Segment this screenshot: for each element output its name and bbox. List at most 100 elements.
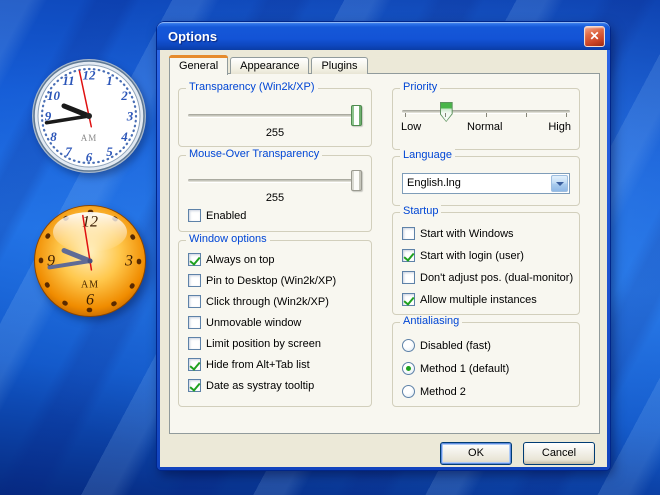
checkbox-box — [402, 271, 415, 284]
tab-plugins[interactable]: Plugins — [311, 57, 368, 74]
group-language: Language English.lng — [392, 149, 580, 206]
checkbox-dont-adjust-pos[interactable]: Don't adjust pos. (dual-monitor) — [402, 271, 575, 284]
numeral-6: 6 — [86, 150, 93, 165]
mouseover-slider[interactable] — [188, 170, 362, 191]
radio-label: Method 1 (default) — [420, 362, 510, 375]
checkbox-limit-position[interactable]: Limit position by screen — [188, 337, 367, 350]
tick-mark — [525, 113, 527, 117]
checkbox-box — [188, 253, 201, 266]
clock-widget-orange[interactable]: 12 3 6 9 AM — [31, 202, 149, 320]
clock-center-cap — [86, 113, 92, 119]
group-caption: Mouse-Over Transparency — [186, 148, 323, 160]
checkbox-box — [188, 358, 201, 371]
group-transparency: Transparency (Win2k/XP) 255 — [178, 81, 372, 147]
antialiasing-list: Disabled (fast) Method 1 (default) Metho… — [402, 339, 575, 398]
numeral-12: 12 — [83, 68, 97, 83]
group-caption: Transparency (Win2k/XP) — [186, 81, 318, 93]
priority-slider[interactable] — [402, 101, 570, 123]
checkbox-click-through[interactable]: Click through (Win2k/XP) — [188, 295, 367, 308]
tab-label: Appearance — [240, 60, 300, 72]
checkbox-start-with-login[interactable]: Start with login (user) — [402, 249, 575, 262]
tick-mark — [405, 113, 406, 117]
dialog-body: General Appearance Plugins Transparency … — [160, 50, 607, 467]
startup-list: Start with Windows Start with login (use… — [402, 227, 575, 306]
chevron-down-icon — [555, 181, 564, 186]
numeral-11: 11 — [62, 73, 74, 88]
close-button[interactable]: ✕ — [584, 25, 605, 47]
numeral-3: 3 — [124, 253, 133, 270]
group-caption: Startup — [400, 205, 442, 217]
checkbox-always-on-top[interactable]: Always on top — [188, 253, 367, 266]
numeral-1: 1 — [106, 73, 113, 88]
priority-label-high: High — [548, 121, 571, 133]
window-title: Options — [168, 28, 218, 44]
slider-track — [188, 179, 362, 182]
numeral-10: 10 — [47, 88, 61, 103]
checkbox-mouseover-enabled[interactable]: Enabled — [188, 209, 246, 222]
clock-center-cap — [87, 258, 93, 264]
ok-button[interactable]: OK — [440, 442, 512, 465]
checkbox-box — [188, 337, 201, 350]
checkbox-label: Don't adjust pos. (dual-monitor) — [420, 271, 574, 284]
checkbox-box — [402, 227, 415, 240]
checkbox-box — [402, 249, 415, 262]
checkbox-label: Pin to Desktop (Win2k/XP) — [206, 274, 337, 287]
group-caption: Language — [400, 149, 455, 161]
checkbox-box — [188, 274, 201, 287]
priority-slider-thumb-face — [440, 103, 452, 121]
transparency-slider-thumb[interactable] — [351, 105, 362, 126]
radio-circle — [402, 385, 415, 398]
checkbox-box — [188, 316, 201, 329]
checkbox-box — [188, 209, 201, 222]
group-antialiasing: Antialiasing Disabled (fast) Method 1 (d… — [392, 315, 580, 407]
numeral-7: 7 — [65, 144, 72, 159]
group-caption: Window options — [186, 233, 270, 245]
checkbox-unmovable-window[interactable]: Unmovable window — [188, 316, 367, 329]
priority-ticks — [405, 113, 567, 117]
radio-circle — [402, 362, 415, 375]
cancel-button[interactable]: Cancel — [523, 442, 595, 465]
checkbox-label: Click through (Win2k/XP) — [206, 295, 329, 308]
numeral-4: 4 — [120, 129, 128, 144]
numeral-6: 6 — [86, 292, 94, 309]
checkbox-label: Date as systray tooltip — [206, 379, 315, 392]
radio-disabled-fast[interactable]: Disabled (fast) — [402, 339, 575, 352]
checkbox-hide-alt-tab[interactable]: Hide from Alt+Tab list — [188, 358, 367, 371]
checkbox-date-systray-tooltip[interactable]: Date as systray tooltip — [188, 379, 367, 392]
language-dropdown-button[interactable] — [551, 175, 568, 192]
clock-widget-silver[interactable]: 12 1 2 3 4 5 6 7 8 9 10 11 AM — [23, 57, 155, 177]
title-bar[interactable]: Options ✕ — [157, 22, 610, 50]
window-options-list: Always on top Pin to Desktop (Win2k/XP) … — [188, 253, 367, 392]
options-dialog: Options ✕ General Appearance Plugins Tra… — [157, 22, 610, 470]
checkbox-box — [188, 379, 201, 392]
close-icon: ✕ — [589, 28, 600, 43]
tab-appearance[interactable]: Appearance — [230, 57, 310, 74]
tab-general[interactable]: General — [169, 55, 229, 75]
transparency-slider[interactable] — [188, 105, 362, 126]
checkbox-label: Start with login (user) — [420, 249, 524, 262]
tick-mark — [445, 113, 447, 117]
group-startup: Startup Start with Windows Start with lo… — [392, 205, 580, 315]
checkbox-start-with-windows[interactable]: Start with Windows — [402, 227, 575, 240]
numeral-2: 2 — [120, 88, 128, 103]
analog-clock-face: 12 1 2 3 4 5 6 7 8 9 10 11 AM — [32, 59, 146, 173]
radio-label: Method 2 — [420, 385, 466, 398]
tick-mark — [485, 113, 487, 117]
priority-labels: Low Normal High — [401, 121, 571, 133]
mouseover-slider-thumb[interactable] — [351, 170, 362, 191]
priority-slider-thumb[interactable] — [439, 102, 453, 122]
tick-mark — [566, 113, 567, 117]
priority-label-normal: Normal — [467, 121, 503, 133]
checkbox-pin-to-desktop[interactable]: Pin to Desktop (Win2k/XP) — [188, 274, 367, 287]
radio-method-2[interactable]: Method 2 — [402, 385, 575, 398]
tab-strip: General Appearance Plugins — [169, 55, 370, 75]
numeral-5: 5 — [106, 144, 113, 159]
radio-method-1[interactable]: Method 1 (default) — [402, 362, 575, 375]
checkbox-allow-multiple-instances[interactable]: Allow multiple instances — [402, 293, 575, 306]
group-window-options: Window options Always on top Pin to Desk… — [178, 233, 372, 407]
mouseover-value: 255 — [265, 192, 285, 204]
group-mouse-over-transparency: Mouse-Over Transparency 255 Enabled — [178, 148, 372, 232]
tab-label: General — [179, 60, 219, 72]
slider-track — [188, 114, 362, 117]
language-select[interactable]: English.lng — [402, 173, 570, 194]
